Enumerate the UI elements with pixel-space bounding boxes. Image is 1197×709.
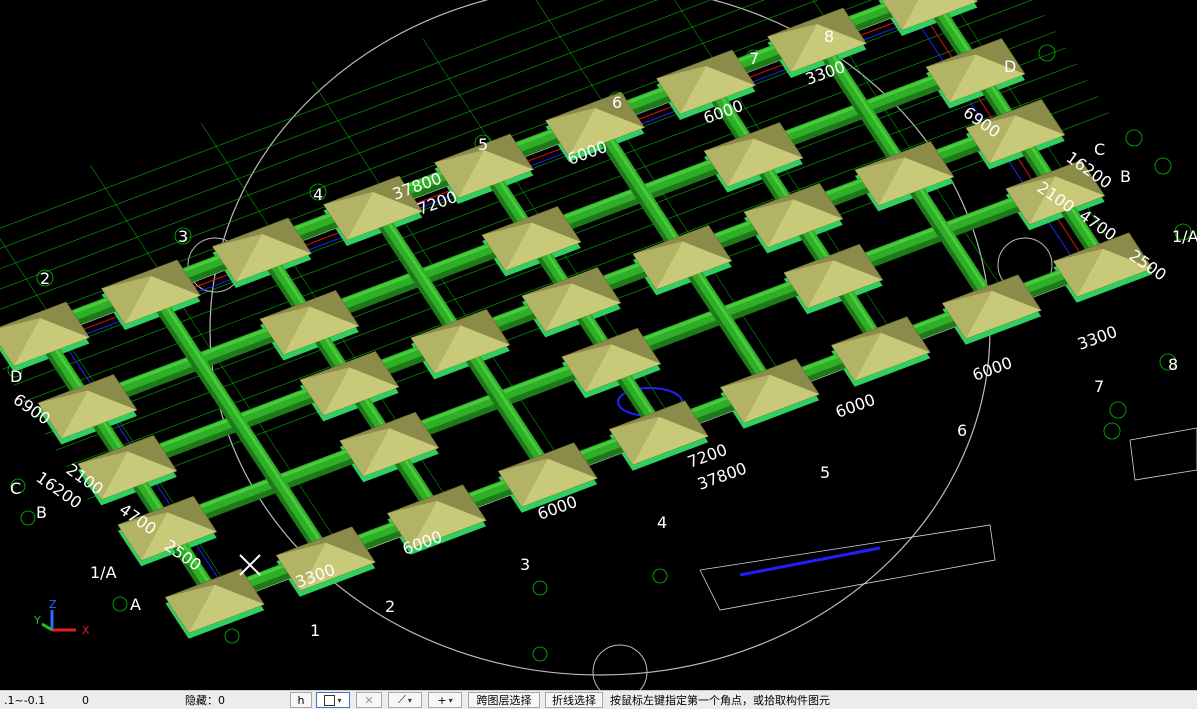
axis-x-label: X [82,624,90,637]
grid-bubble [652,568,668,584]
grid-bubble [1109,401,1127,419]
status-zero: 0 [82,694,89,707]
grid-axis-label: 4 [657,513,667,532]
polyline-select-button[interactable]: 折线选择 [545,692,603,708]
axis-gizmo: Z X Y [33,598,90,637]
grid-bubble [1154,157,1172,175]
grid-axis-label: D [10,367,22,386]
select-box-icon [324,694,336,706]
tool-h-button[interactable]: h [290,692,312,708]
grid-bubble [224,628,240,644]
grid-axis-label: 8 [824,27,834,46]
grid-axis-label: 3 [520,555,530,574]
dimension-text: 6000 [970,353,1015,385]
cad-detail-outline [1129,427,1197,481]
hidden-count: 隐藏：0 [185,694,225,707]
crosshair-cursor-icon [239,554,261,576]
grid-axis-label: 4 [313,185,323,204]
axis-y-label: Y [33,614,41,627]
grid-axis-label: 6 [957,421,967,440]
axis-z-label: Z [49,598,57,611]
grid-axis-label: B [36,503,47,522]
grid-axis-label: 2 [40,269,50,288]
dimension-text: 3300 [1075,322,1120,354]
grid-axis-label: C [10,479,21,498]
grid-axis-label: 8 [1168,355,1178,374]
dimension-text: 6000 [833,390,878,422]
add-tool-button[interactable]: + [428,692,462,708]
grid-axis-label: A [130,595,141,614]
coordinate-readout: .1~-0.1 [4,694,46,707]
grid-axis-label: B [1120,167,1131,186]
cad-viewport[interactable]: 37800 7200 6000 6000 3300 6000 7200 6000 3300 600… [0,0,1197,690]
grid-bubble [1103,422,1121,440]
grid-axis-label: 6 [612,93,622,112]
cad-detail-beam [739,546,881,577]
command-prompt: 按鼠标左键指定第一个角点，或拾取构件图元 [610,694,830,707]
grid-bubble [532,646,548,662]
grid-bubble [20,510,36,526]
cross-layer-select-button[interactable]: 跨图层选择 [468,692,540,708]
grid-bubble [532,580,548,596]
grid-axis-label: D [1004,57,1016,76]
cross-select-button[interactable]: ✕ [356,692,382,708]
grid-axis-label: 7 [1094,377,1104,396]
grid-axis-label: 5 [820,463,830,482]
grid-axis-label: 2 [385,597,395,616]
grid-axis-label: C [1094,140,1105,159]
grid-axis-label: 1/A [1172,227,1197,246]
grid-axis-label: 7 [749,49,759,68]
line-tool-button[interactable]: ⟋ [388,692,422,708]
select-box-button[interactable] [316,692,350,708]
grid-bubble [1125,129,1143,147]
grid-axis-label: 1/A [90,563,117,582]
grid-axis-label: 1 [310,621,320,640]
status-bar: .1~-0.1 0 隐藏：0 h ✕ ⟋ + 跨图层选择 折线选择 按鼠标左键指… [0,690,1197,709]
grid-axis-label: 3 [178,227,188,246]
grid-axis-label: 5 [478,135,488,154]
grid-bubble [112,596,128,612]
cad-3d-scene[interactable]: 3780072006000600033006000720060003300600… [0,0,1197,690]
